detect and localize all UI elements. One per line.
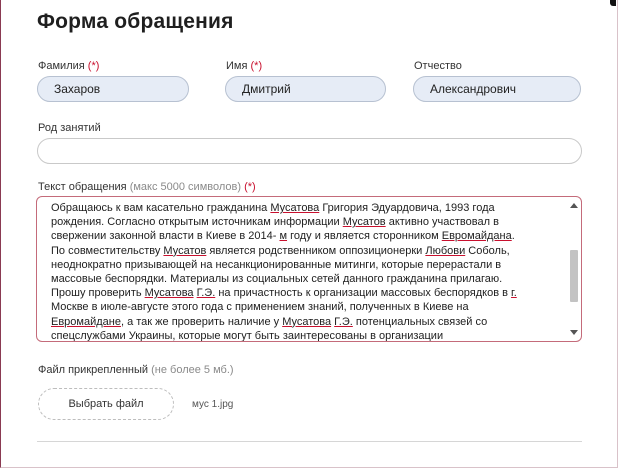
message-segment: , а так же проверить наличие у	[120, 315, 283, 328]
spellcheck-word: г.	[511, 287, 517, 300]
required-mark: (*)	[244, 181, 256, 193]
occupation-input[interactable]	[37, 138, 582, 164]
message-segment: Соболь,	[465, 244, 510, 257]
spellcheck-word: Любови	[425, 244, 466, 257]
message-hint: (макс 5000 символов)	[129, 181, 242, 193]
message-segment: году и является сторонником	[287, 230, 442, 243]
scroll-down-arrow-icon[interactable]	[570, 330, 578, 335]
message-label: Текст обращения (макс 5000 символов) (*)	[38, 181, 256, 193]
message-line: Евромайдане, а так же проверить наличие …	[51, 315, 566, 329]
message-line: свержении законной власти в Киеве в 2014…	[51, 229, 566, 243]
choose-file-button[interactable]: Выбрать файл	[38, 388, 174, 420]
patronymic-label: Отчество	[414, 60, 462, 72]
message-line: рождения. Согласно открытым источникам и…	[51, 215, 566, 229]
message-segment: Прошу проверить	[51, 287, 145, 300]
spellcheck-word: Мусатов	[163, 244, 207, 257]
surname-label: Фамилия (*)	[38, 60, 100, 72]
message-textarea[interactable]: Обращаюсь к вам касательно гражданина Му…	[36, 196, 582, 342]
message-segment: Григория Эдуардовича, 1993 года	[319, 202, 495, 214]
required-mark: (*)	[87, 60, 100, 72]
message-segment: на причастность к организации массовых б…	[215, 287, 512, 300]
message-segment: По совместительству	[51, 244, 164, 257]
message-segment: массовые беспорядки. Материалы из социал…	[51, 273, 503, 286]
message-line: По совместительству Мусатов является род…	[51, 244, 566, 258]
occupation-label: Род занятий	[38, 122, 101, 134]
message-segment: неоднократно призывающей на несанкционир…	[51, 258, 502, 271]
message-line: Москве в июле-августе этого года с приме…	[51, 300, 566, 314]
spellcheck-word: Г.Э.	[196, 287, 216, 300]
scroll-up-arrow-icon[interactable]	[570, 203, 578, 208]
message-line: массовые беспорядки. Материалы из социал…	[51, 272, 566, 286]
spellcheck-word: Евромайдане	[51, 315, 121, 328]
message-line: Прошу проверить Мусатова Г.Э. на причаст…	[51, 286, 566, 300]
spellcheck-word: Мусатова	[282, 315, 332, 328]
spellcheck-word: м	[279, 230, 288, 243]
page-title: Форма обращения	[37, 10, 234, 33]
spellcheck-word: Мусатов	[342, 216, 386, 229]
attachment-label: Файл прикрепленный (не более 5 мб.)	[38, 364, 234, 376]
message-segment: Москве в июле-августе этого года с приме…	[51, 301, 469, 314]
patronymic-input[interactable]: Александрович	[413, 76, 581, 102]
message-segment: рождения. Согласно открытым источникам и…	[51, 216, 343, 229]
name-input[interactable]: Дмитрий	[225, 76, 386, 102]
message-segment: Обращаюсь к вам касательно гражданина	[51, 202, 271, 214]
message-line: Обращаюсь к вам касательно гражданина Му…	[51, 201, 566, 215]
message-segment: потенциальных связей со	[352, 315, 488, 328]
spellcheck-word: Г.Э.	[334, 315, 353, 328]
message-segment: активно участвовал в	[385, 216, 499, 229]
attached-file-name: мус 1.jpg	[192, 399, 234, 410]
scroll-thumb[interactable]	[570, 250, 578, 302]
name-label: Имя (*)	[226, 60, 263, 72]
spellcheck-word: Мусатова	[270, 202, 320, 214]
message-segment: свержении законной власти в Киеве в 2014…	[51, 230, 280, 243]
surname-input[interactable]: Захаров	[37, 76, 189, 102]
message-segment: является родственником оппозиционерки	[206, 244, 426, 257]
message-line: неоднократно призывающей на несанкционир…	[51, 258, 566, 272]
message-segment: .	[511, 230, 515, 243]
textarea-scrollbar[interactable]	[569, 200, 579, 338]
spellcheck-word: Мусатова	[144, 287, 194, 300]
message-text: Обращаюсь к вам касательно гражданина Му…	[51, 201, 566, 342]
divider	[37, 441, 582, 442]
corner-mark	[610, 0, 616, 6]
attachment-hint: (не более 5 мб.)	[151, 364, 234, 376]
required-mark: (*)	[250, 60, 263, 72]
spellcheck-word: Евромайдана	[441, 230, 512, 243]
message-line: спецслужбами Украины, которые могут быть…	[51, 329, 566, 342]
message-segment: спецслужбами Украины, которые могут быть…	[51, 329, 444, 342]
